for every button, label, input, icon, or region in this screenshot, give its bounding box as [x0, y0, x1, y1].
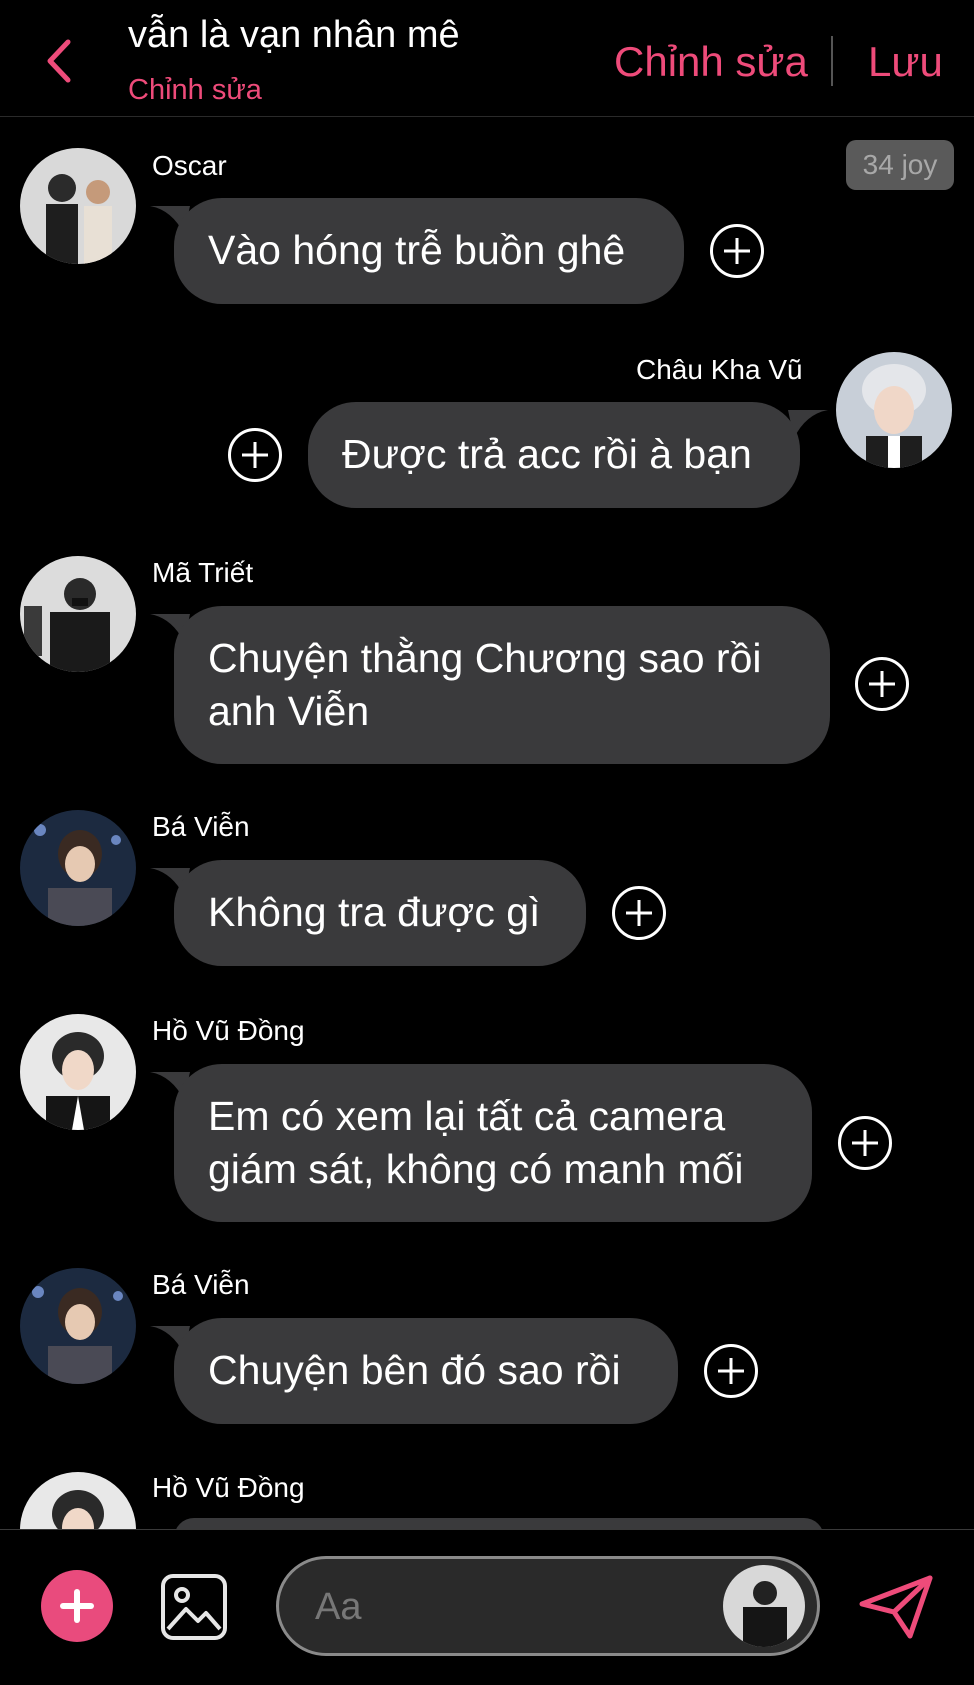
message-bubble[interactable]: Được trả acc rồi à bạn	[308, 402, 800, 508]
react-plus-icon[interactable]	[710, 224, 764, 278]
avatar[interactable]	[836, 352, 952, 468]
message-bubble[interactable]: Chuyện thằng Chương sao rồi anh Viễn	[174, 606, 830, 764]
sender-name: Oscar	[152, 150, 227, 181]
sender-name: Hồ Vũ Đồng	[152, 1015, 305, 1046]
chat-title: vẫn là vạn nhân mê	[128, 14, 460, 56]
avatar[interactable]	[20, 1268, 136, 1384]
message-input[interactable]	[313, 1581, 697, 1633]
composer-bar	[0, 1529, 974, 1685]
sender-name: Bá Viễn	[152, 1269, 250, 1300]
sender-name: Hồ Vũ Đồng	[152, 1472, 305, 1503]
message-bubble[interactable]: Không tra được gì	[174, 860, 586, 966]
avatar[interactable]	[20, 148, 136, 264]
message-bubble[interactable]: Vào hóng trễ buồn ghê	[174, 198, 684, 304]
react-plus-icon[interactable]	[855, 657, 909, 711]
avatar[interactable]	[20, 556, 136, 672]
react-plus-icon[interactable]	[612, 886, 666, 940]
react-plus-icon[interactable]	[704, 1344, 758, 1398]
chat-header: vẫn là vạn nhân mê Chỉnh sửa Chỉnh sửa L…	[0, 0, 974, 117]
react-plus-icon[interactable]	[228, 428, 282, 482]
back-chevron-icon[interactable]	[40, 36, 80, 86]
chat-subtitle-edit[interactable]: Chỉnh sửa	[128, 74, 262, 107]
save-button[interactable]: Lưu	[868, 38, 943, 86]
sender-name: Bá Viễn	[152, 811, 250, 842]
header-divider	[831, 36, 833, 86]
persona-avatar[interactable]	[723, 1565, 805, 1647]
joy-badge: 34 joy	[846, 140, 954, 190]
sender-name: Mã Triết	[152, 557, 254, 588]
sender-name: Châu Kha Vũ	[636, 354, 803, 385]
message-bubble[interactable]: Chuyện bên đó sao rồi	[174, 1318, 678, 1424]
add-plus-icon[interactable]	[41, 1570, 113, 1642]
message-input-box[interactable]	[276, 1556, 820, 1656]
edit-button[interactable]: Chỉnh sửa	[614, 38, 808, 86]
avatar[interactable]	[20, 1014, 136, 1130]
image-icon[interactable]	[160, 1573, 228, 1641]
react-plus-icon[interactable]	[838, 1116, 892, 1170]
message-bubble[interactable]: Em có xem lại tất cả camera giám sát, kh…	[174, 1064, 812, 1222]
avatar[interactable]	[20, 810, 136, 926]
send-icon[interactable]	[858, 1574, 934, 1640]
